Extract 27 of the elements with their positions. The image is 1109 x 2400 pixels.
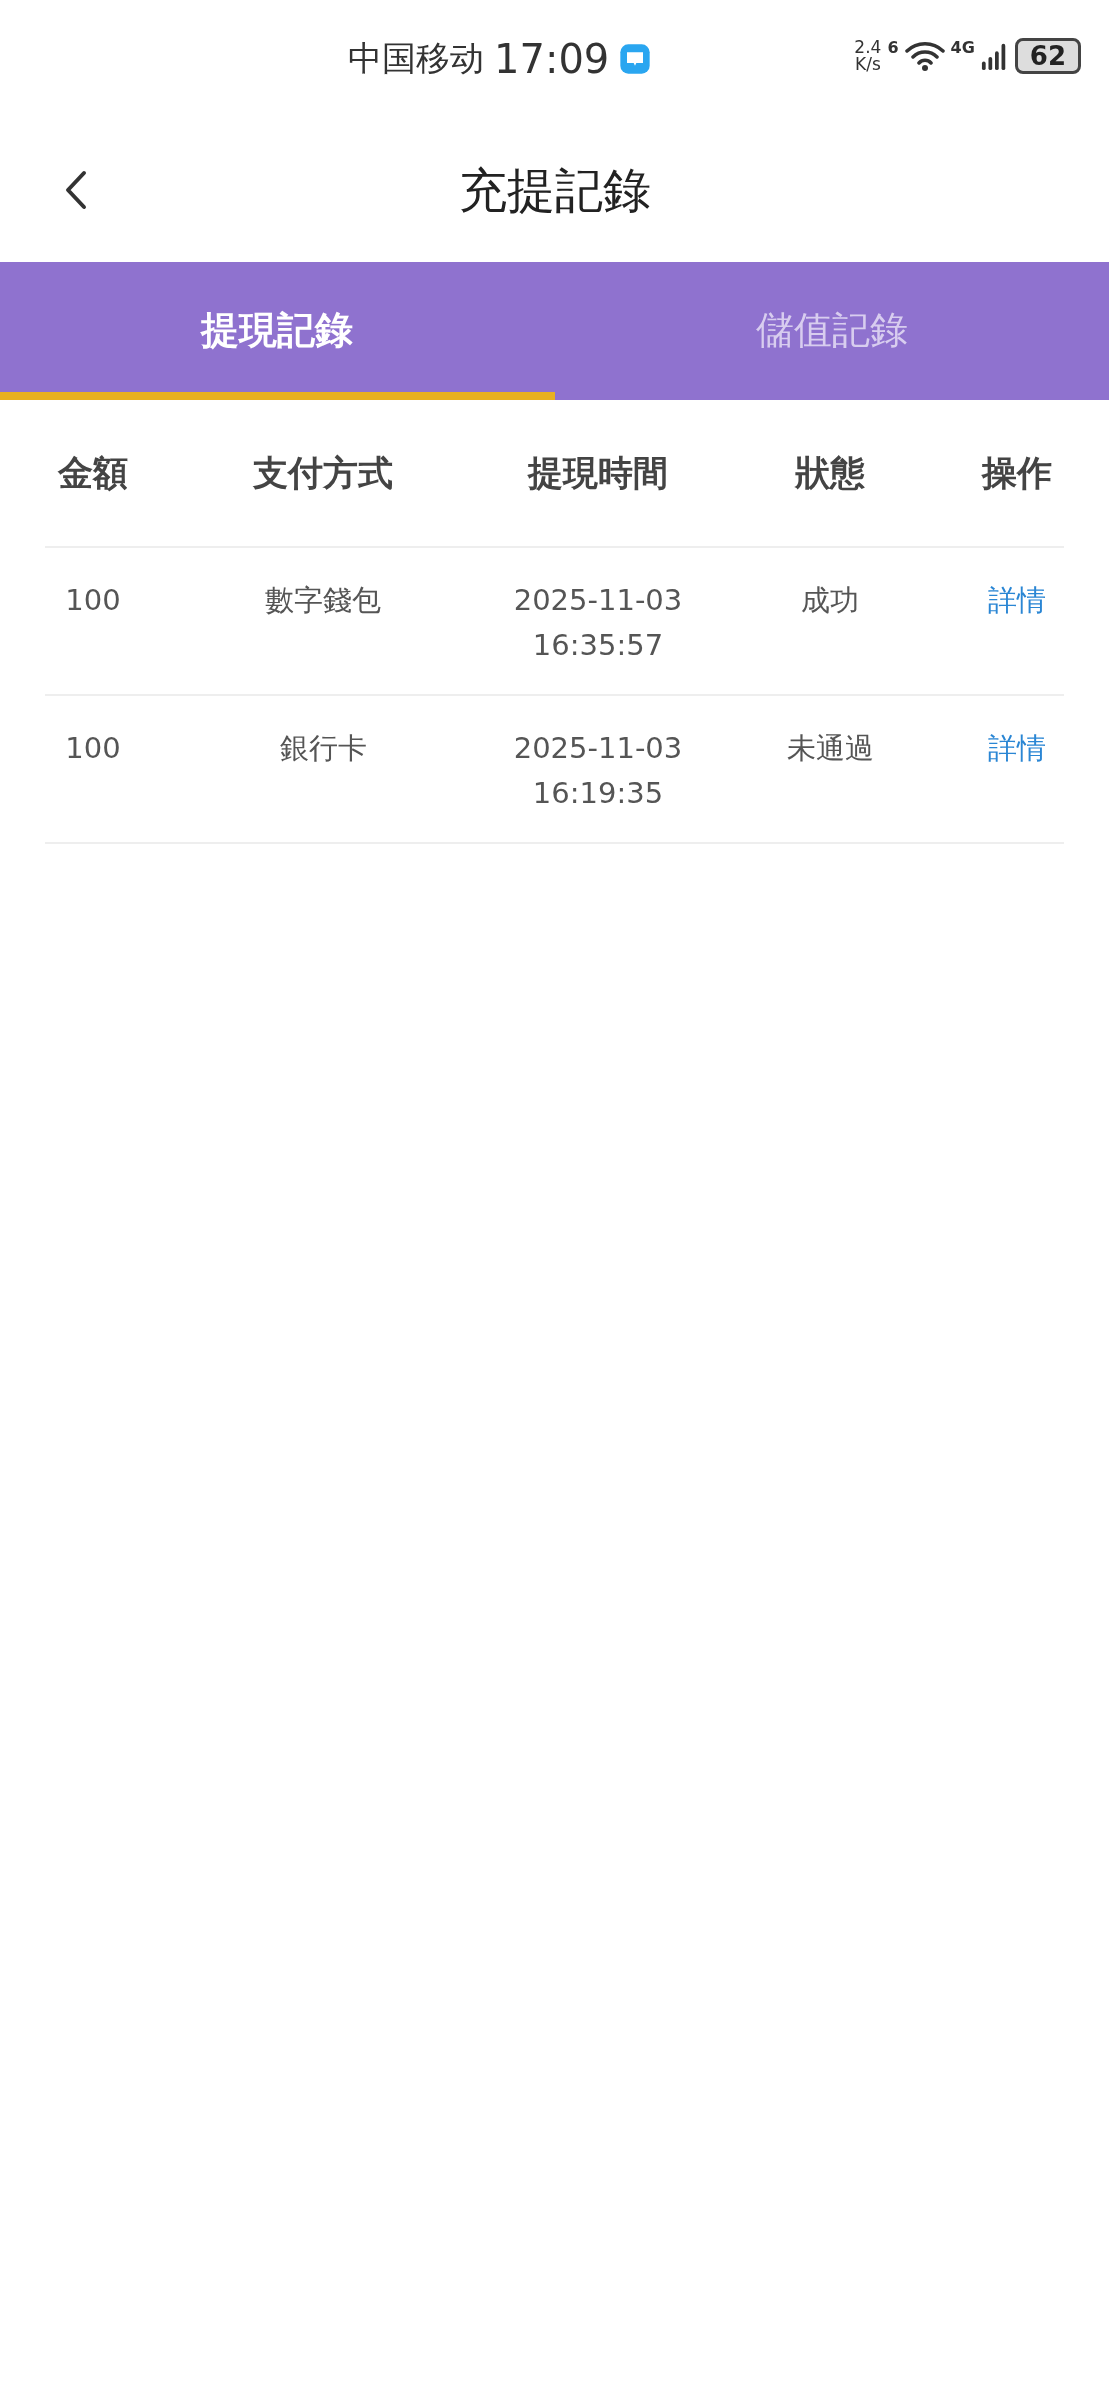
back-icon	[64, 170, 88, 210]
details-link[interactable]: 詳情	[987, 731, 1046, 765]
network-type: 4G	[950, 38, 975, 57]
table-cell-text: 2025-11-03 16:19:35	[513, 730, 683, 812]
message-icon	[619, 43, 652, 75]
battery-icon: 62	[1014, 38, 1081, 74]
carrier-name: 中国移动	[348, 37, 484, 80]
table-cell-text: 銀行卡	[279, 730, 367, 767]
column-header: 提現時間	[528, 451, 668, 495]
details-link[interactable]: 詳情	[987, 583, 1046, 617]
tab[interactable]: 儲值記錄	[554, 262, 1109, 400]
page-title: 充提記錄	[458, 161, 651, 220]
wifi-icon	[904, 40, 945, 72]
table-cell-text: 100	[65, 582, 121, 619]
network-speed: 2.4 K/s	[854, 39, 882, 73]
tab[interactable]: 提現記錄	[0, 262, 555, 400]
wifi-standard-label: 6	[887, 38, 899, 57]
status-time: 17:09	[494, 36, 610, 82]
table-cell-text: 100	[65, 730, 121, 767]
column-header: 金額	[58, 451, 128, 495]
table-cell-text: 2025-11-03 16:35:57	[513, 582, 683, 664]
column-header: 狀態	[795, 451, 865, 495]
table-cell-text: 未通過	[786, 730, 874, 767]
table-cell-text: 成功	[801, 582, 859, 619]
column-header: 支付方式	[253, 451, 393, 495]
table-cell-text: 數字錢包	[265, 582, 381, 619]
column-header: 操作	[981, 451, 1052, 495]
